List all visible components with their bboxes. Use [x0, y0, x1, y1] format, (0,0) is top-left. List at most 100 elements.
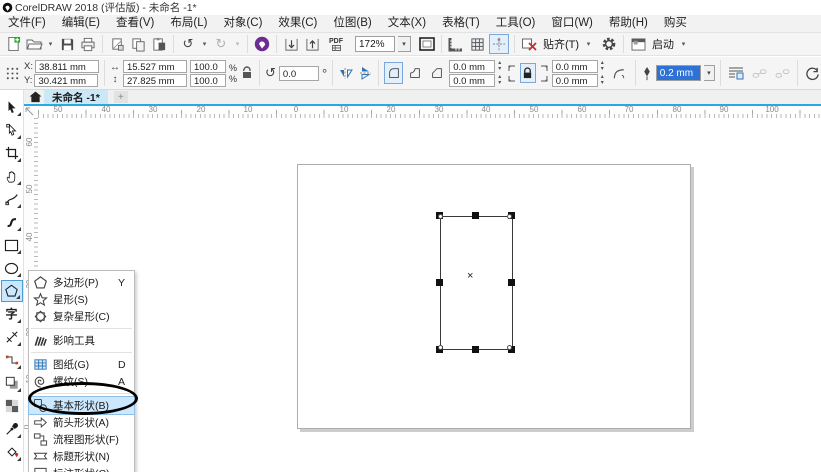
zoom-level-caret[interactable]: ▾: [398, 36, 411, 52]
lock-ratio-icon[interactable]: [240, 64, 254, 82]
new-tab-button[interactable]: +: [114, 91, 128, 103]
import-icon[interactable]: [282, 35, 300, 53]
corner-node[interactable]: [438, 214, 443, 219]
open-icon[interactable]: [25, 35, 43, 53]
print-icon[interactable]: [79, 35, 97, 53]
menu-edit[interactable]: 编辑(E): [54, 15, 108, 32]
shape-tool[interactable]: [1, 119, 23, 141]
flyout-item-callout-shapes[interactable]: 标注形状(C): [29, 465, 134, 472]
rotation-input[interactable]: 0.0: [279, 66, 319, 81]
handle-middle-left[interactable]: [436, 279, 443, 286]
handle-middle-right[interactable]: [508, 279, 515, 286]
full-screen-preview-icon[interactable]: [418, 35, 436, 53]
ellipse-tool[interactable]: [1, 257, 23, 279]
flyout-item-banner-shapes[interactable]: 标题形状(N): [29, 448, 134, 465]
artistic-media-tool[interactable]: [1, 211, 23, 233]
scalloped-corner-button[interactable]: [406, 62, 425, 84]
application-launcher-button[interactable]: 启动: [650, 36, 676, 52]
save-icon[interactable]: [58, 35, 76, 53]
eyedropper-tool[interactable]: [1, 418, 23, 440]
snap-off-icon[interactable]: [520, 35, 538, 53]
corner-node[interactable]: [507, 345, 512, 350]
flyout-item-basic-shapes[interactable]: 基本形状(B): [29, 397, 134, 414]
flyout-item-polygon[interactable]: 多边形(P) Y: [29, 274, 134, 291]
pick-tool[interactable]: [1, 96, 23, 118]
options-gear-icon[interactable]: [600, 35, 618, 53]
snap-to-button[interactable]: 贴齐(T): [541, 36, 581, 52]
menu-bitmaps[interactable]: 位图(B): [325, 15, 379, 32]
drawing-canvas[interactable]: ×: [38, 118, 821, 472]
freehand-tool[interactable]: [1, 188, 23, 210]
wrap-text-icon[interactable]: [726, 64, 746, 82]
publish-pdf-icon[interactable]: PDF: [324, 35, 348, 53]
copy-icon[interactable]: [129, 35, 147, 53]
flyout-item-impact-tool[interactable]: 影响工具: [29, 332, 134, 349]
handle-top-center[interactable]: [472, 212, 479, 219]
snap-to-caret[interactable]: ▾: [584, 40, 593, 48]
corner-node[interactable]: [507, 214, 512, 219]
corner-radius-tr-spinner[interactable]: ▴▾: [598, 60, 607, 73]
object-width-input[interactable]: 15.527 mm: [123, 60, 187, 73]
menu-layout[interactable]: 布局(L): [162, 15, 215, 32]
paste-icon[interactable]: [150, 35, 168, 53]
menu-tools[interactable]: 工具(O): [488, 15, 544, 32]
view-rulers-icon[interactable]: [447, 35, 465, 53]
search-content-icon[interactable]: [253, 35, 271, 53]
lock-corners-icon[interactable]: [520, 63, 536, 83]
zoom-level-combo[interactable]: 172%: [355, 36, 395, 52]
corner-radius-tl-spinner[interactable]: ▴▾: [495, 60, 504, 73]
redo-icon[interactable]: ↻: [212, 35, 230, 53]
scale-y-input[interactable]: 100.0: [190, 74, 226, 87]
tab-untitled-1[interactable]: 未命名 -1*: [44, 90, 108, 104]
ruler-origin-box[interactable]: [24, 106, 39, 118]
outline-width-combo[interactable]: 0.2 mm: [656, 65, 701, 81]
object-center-mark[interactable]: ×: [467, 270, 473, 282]
interactive-fill-tool[interactable]: [1, 441, 23, 463]
flyout-item-graph-paper[interactable]: 图纸(G) D: [29, 356, 134, 373]
mirror-horizontal-icon[interactable]: [338, 64, 354, 82]
menu-file[interactable]: 文件(F): [0, 15, 54, 32]
redo-dropdown-caret[interactable]: ▾: [233, 40, 242, 48]
object-height-input[interactable]: 27.825 mm: [123, 74, 187, 87]
unlink-group-icon[interactable]: [772, 64, 792, 82]
view-grid-icon[interactable]: [468, 35, 486, 53]
undo-icon[interactable]: ↺: [179, 35, 197, 53]
scale-x-input[interactable]: 100.0: [190, 60, 226, 73]
menu-object[interactable]: 对象(C): [215, 15, 270, 32]
corner-radius-bl-spinner[interactable]: ▴▾: [495, 74, 504, 87]
corner-radius-br-spinner[interactable]: ▴▾: [598, 74, 607, 87]
menu-text[interactable]: 文本(X): [380, 15, 434, 32]
convert-to-curves-icon[interactable]: [803, 64, 821, 82]
round-corner-button[interactable]: [384, 62, 403, 84]
connector-tool[interactable]: [1, 349, 23, 371]
outline-width-caret[interactable]: ▾: [704, 65, 715, 81]
corner-node[interactable]: [438, 345, 443, 350]
flyout-item-star[interactable]: 星形(S): [29, 291, 134, 308]
corner-radius-bl-input[interactable]: 0.0 mm: [449, 74, 495, 87]
view-guidelines-icon[interactable]: [489, 34, 509, 54]
flyout-item-flowchart-shapes[interactable]: 流程图形状(F): [29, 431, 134, 448]
text-tool[interactable]: 字: [1, 303, 23, 325]
application-launcher-caret[interactable]: ▾: [679, 40, 688, 48]
cut-icon[interactable]: [108, 35, 126, 53]
x-position-input[interactable]: 38.811 mm: [35, 60, 99, 73]
export-icon[interactable]: [303, 35, 321, 53]
handle-bottom-center[interactable]: [472, 346, 479, 353]
drop-shadow-tool[interactable]: [1, 372, 23, 394]
menu-buy[interactable]: 购买: [656, 15, 695, 32]
transparency-tool[interactable]: [1, 395, 23, 417]
menu-view[interactable]: 查看(V): [108, 15, 162, 32]
chamfered-corner-button[interactable]: [428, 62, 447, 84]
menu-table[interactable]: 表格(T): [434, 15, 488, 32]
corner-radius-br-input[interactable]: 0.0 mm: [552, 74, 598, 87]
corner-radius-tl-input[interactable]: 0.0 mm: [449, 60, 495, 73]
open-dropdown-caret[interactable]: ▾: [46, 40, 55, 48]
undo-dropdown-caret[interactable]: ▾: [200, 40, 209, 48]
menu-effects[interactable]: 效果(C): [270, 15, 325, 32]
flyout-item-arrow-shapes[interactable]: 箭头形状(A): [29, 414, 134, 431]
y-position-input[interactable]: 30.421 mm: [34, 74, 98, 87]
crop-tool[interactable]: [1, 142, 23, 164]
fillet-scallop-chamfer-icon[interactable]: [610, 64, 630, 82]
mirror-vertical-icon[interactable]: [357, 64, 373, 82]
menu-help[interactable]: 帮助(H): [601, 15, 656, 32]
